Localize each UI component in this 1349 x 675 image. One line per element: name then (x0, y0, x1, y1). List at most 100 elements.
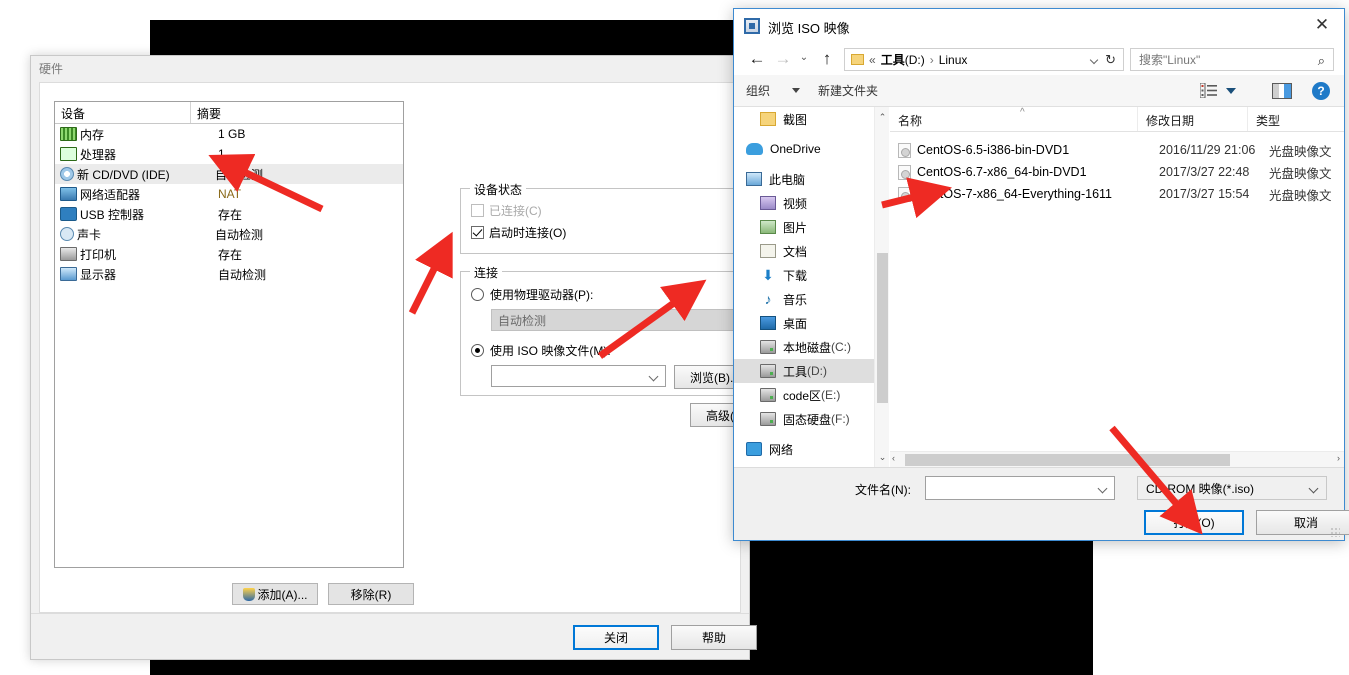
filetype-dropdown[interactable]: CD-ROM 映像(*.iso) (1137, 476, 1327, 500)
connect-at-poweron-label: 启动时连接(O) (489, 225, 567, 240)
command-toolbar: 组织 新建文件夹 ? (734, 75, 1344, 107)
breadcrumb[interactable]: « 工具 (D:) › Linux ↻ (844, 48, 1124, 71)
resize-grip[interactable] (1330, 527, 1340, 537)
table-row[interactable]: 打印机 存在 (55, 244, 403, 264)
table-row[interactable]: 网络适配器 NAT (55, 184, 403, 204)
add-button[interactable]: 添加(A)... (232, 583, 318, 605)
remove-button[interactable]: 移除(R) (328, 583, 414, 605)
iso-path-combo[interactable] (491, 365, 666, 387)
table-row[interactable]: 处理器 1 (55, 144, 403, 164)
column-header-device[interactable]: 设备 (55, 102, 191, 123)
pictures-icon (760, 220, 776, 234)
sidebar-item-music[interactable]: ♪ 音乐 (734, 287, 874, 311)
dialog-title: 浏览 ISO 映像 (768, 21, 850, 36)
device-table[interactable]: 设备 摘要 内存 1 GB 处理器 1 新 CD/DVD (IDE) 自动检测 … (54, 101, 404, 568)
view-options-icon[interactable] (1199, 82, 1217, 99)
sidebar-item-label: 文档 (783, 244, 808, 259)
sidebar-item-ssd-f[interactable]: 固态硬盘 (F:) (734, 407, 874, 431)
iso-file-icon (898, 142, 911, 158)
preview-pane-icon[interactable] (1272, 83, 1292, 99)
breadcrumb-current[interactable]: Linux (939, 53, 968, 67)
device-summary: 存在 (218, 247, 243, 262)
column-header-date[interactable]: 修改日期 (1138, 107, 1248, 131)
horizontal-scrollbar[interactable]: ‹ › (890, 451, 1344, 467)
breadcrumb-drive[interactable]: 工具 (881, 51, 905, 68)
help-button[interactable]: 帮助 (671, 625, 757, 650)
navigation-pane: 截图 OneDrive 此电脑 视频 图片 文档 ⬇ 下载 ♪ 音乐 桌面 本地… (734, 107, 874, 467)
chevron-down-icon[interactable] (792, 88, 800, 93)
sidebar-item-this-pc[interactable]: 此电脑 (734, 167, 874, 191)
scroll-down-icon[interactable]: ⌄ (875, 449, 890, 465)
table-row[interactable]: 显示器 自动检测 (55, 264, 403, 284)
file-date: 2016/11/29 21:06 (1159, 143, 1256, 157)
sidebar-scrollbar[interactable]: ⌃ ⌄ (874, 107, 889, 467)
sidebar-item-local-disk-c[interactable]: 本地磁盘 (C:) (734, 335, 874, 359)
filename-input[interactable] (925, 476, 1115, 500)
device-name: 声卡 (77, 227, 102, 242)
sidebar-item-network[interactable]: 网络 (734, 437, 874, 461)
list-item[interactable]: CentOS-6.5-i386-bin-DVD1 2016/11/29 21:0… (890, 139, 1344, 161)
connected-checkbox-row[interactable]: 已连接(C) (471, 201, 769, 219)
usb-icon (60, 207, 77, 221)
list-item[interactable]: CentOS-7-x86_64-Everything-1611 2017/3/2… (890, 183, 1344, 205)
sidebar-item-pictures[interactable]: 图片 (734, 215, 874, 239)
scroll-right-icon[interactable]: › (1337, 453, 1340, 463)
sidebar-item-label: OneDrive (770, 142, 821, 156)
new-folder-button[interactable]: 新建文件夹 (818, 82, 878, 99)
table-row[interactable]: USB 控制器 存在 (55, 204, 403, 224)
column-header-summary[interactable]: 摘要 (191, 102, 221, 123)
sidebar-item-downloads[interactable]: ⬇ 下载 (734, 263, 874, 287)
sidebar-item-documents[interactable]: 文档 (734, 239, 874, 263)
chevron-down-icon[interactable] (1097, 483, 1108, 494)
chevron-down-icon[interactable] (1089, 55, 1099, 65)
up-icon[interactable]: ↑ (816, 49, 838, 69)
forward-icon[interactable]: → (772, 49, 794, 69)
table-row[interactable]: 声卡 自动检测 (55, 224, 403, 244)
open-button[interactable]: 打开(O) (1144, 510, 1244, 535)
sidebar-item-screenshots[interactable]: 截图 (734, 107, 874, 131)
close-icon[interactable]: ✕ (1300, 9, 1344, 40)
sidebar-item-videos[interactable]: 视频 (734, 191, 874, 215)
scrollbar-thumb[interactable] (905, 454, 1230, 466)
search-icon[interactable]: ⌕ (1318, 53, 1325, 69)
connect-at-poweron-checkbox[interactable] (471, 225, 484, 239)
navigation-bar: ← → ⌄ ↑ « 工具 (D:) › Linux ↻ 搜索"Linux" ⌕ (734, 43, 1344, 75)
connect-at-poweron-row[interactable]: 启动时连接(O) (471, 223, 769, 241)
physical-drive-radio[interactable] (471, 287, 484, 301)
scroll-left-icon[interactable]: ‹ (892, 453, 895, 463)
list-item[interactable]: CentOS-6.7-x86_64-bin-DVD1 2017/3/27 22:… (890, 161, 1344, 183)
sidebar-item-tools-d[interactable]: 工具 (D:) (734, 359, 874, 383)
recent-locations-icon[interactable]: ⌄ (796, 52, 812, 68)
tab-strip: 硬件 (31, 56, 749, 82)
search-input[interactable]: 搜索"Linux" ⌕ (1130, 48, 1334, 71)
sidebar-item-label: 桌面 (783, 316, 808, 331)
refresh-icon[interactable]: ↻ (1105, 52, 1116, 68)
connected-checkbox[interactable] (471, 203, 484, 217)
column-header-name[interactable]: 名称 (890, 107, 1138, 131)
sidebar-item-onedrive[interactable]: OneDrive (734, 137, 874, 161)
device-summary: 自动检测 (218, 267, 267, 282)
table-row[interactable]: 内存 1 GB (55, 124, 403, 144)
physical-drive-radio-row[interactable]: 使用物理驱动器(P): (471, 285, 769, 303)
chevron-down-icon[interactable] (1226, 88, 1236, 94)
sidebar-item-code-e[interactable]: code区 (E:) (734, 383, 874, 407)
sidebar-item-desktop[interactable]: 桌面 (734, 311, 874, 335)
breadcrumb-leading-sep: « (869, 52, 876, 67)
iso-radio-row[interactable]: 使用 ISO 映像文件(M): (471, 341, 769, 359)
close-button[interactable]: 关闭 (573, 625, 659, 650)
display-icon (60, 267, 77, 281)
organize-button[interactable]: 组织 (746, 82, 770, 99)
iso-file-icon (898, 186, 911, 202)
column-header-type[interactable]: 类型 (1248, 107, 1328, 131)
vm-settings-dialog: 硬件 设备 摘要 内存 1 GB 处理器 1 新 CD/DVD (IDE) 自动… (30, 55, 772, 660)
scrollbar-thumb[interactable] (877, 253, 888, 403)
tab-hardware[interactable]: 硬件 (39, 60, 63, 77)
cd-dvd-icon (60, 167, 74, 181)
sidebar-item-label: 本地磁盘 (783, 340, 832, 355)
table-row[interactable]: 新 CD/DVD (IDE) 自动检测 (55, 164, 403, 184)
iso-radio[interactable] (471, 343, 484, 357)
help-icon[interactable]: ? (1312, 82, 1330, 100)
back-icon[interactable]: ← (746, 49, 768, 69)
scroll-up-icon[interactable]: ⌃ (875, 109, 890, 125)
file-date: 2017/3/27 15:54 (1159, 187, 1250, 201)
